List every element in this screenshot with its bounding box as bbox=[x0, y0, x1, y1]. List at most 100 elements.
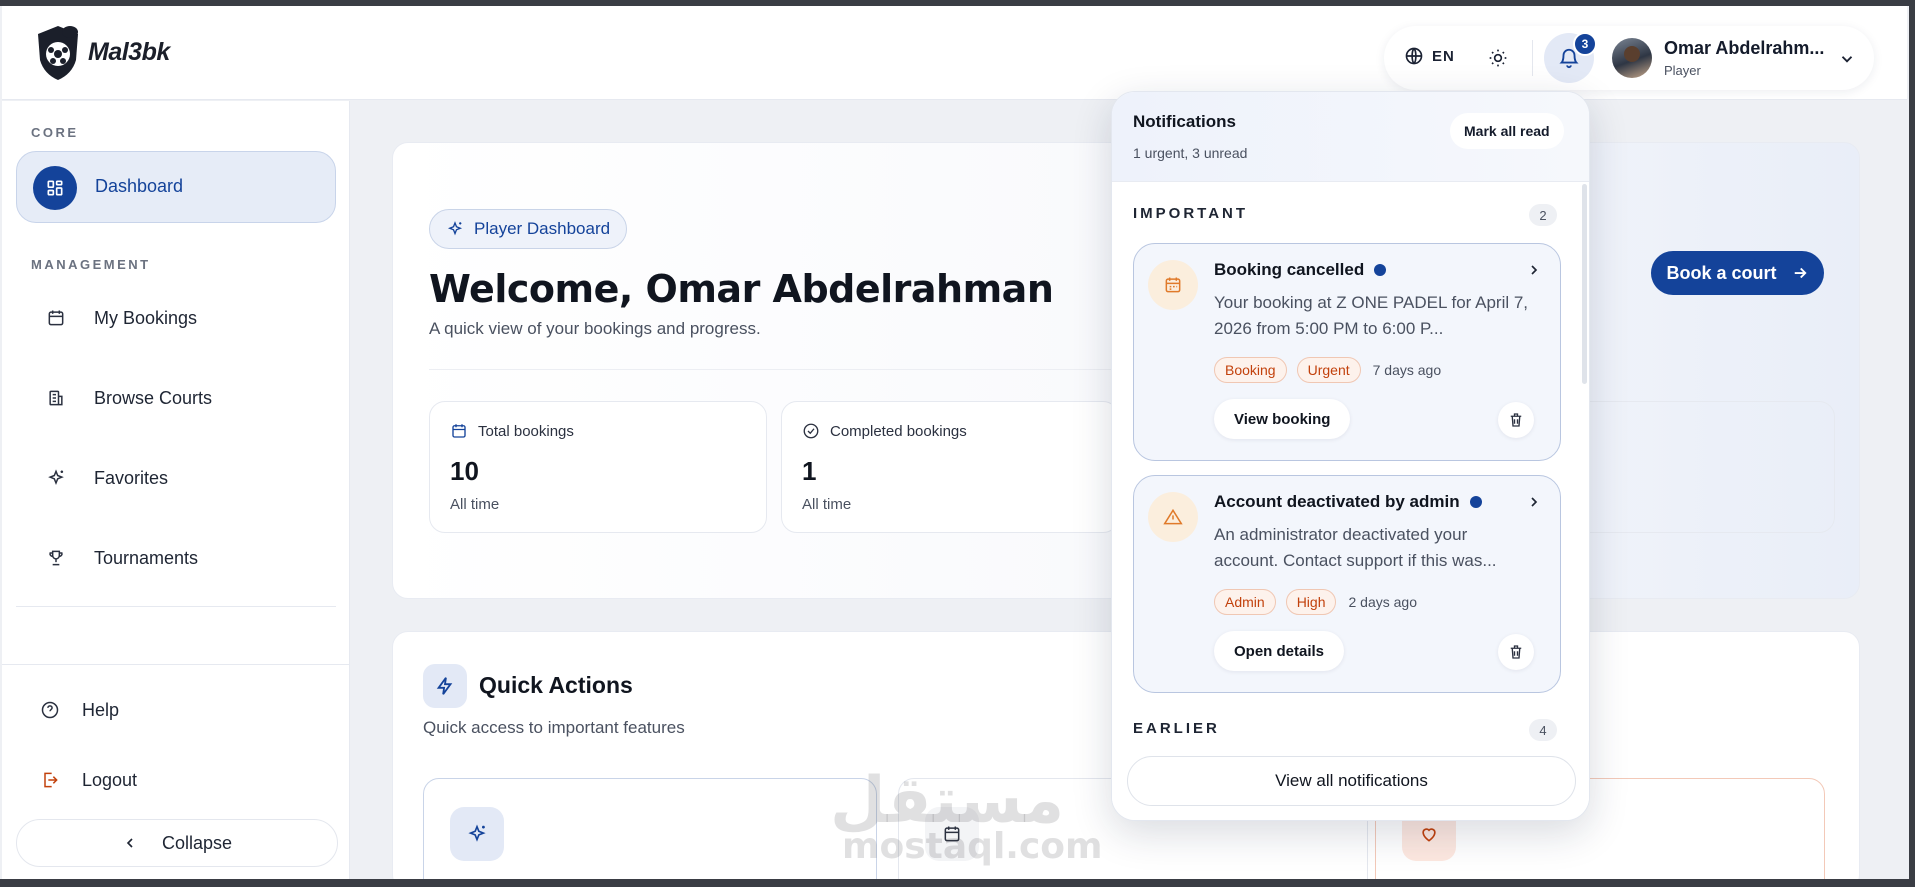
mark-all-read-button[interactable]: Mark all read bbox=[1450, 113, 1564, 149]
notification-tags: Booking Urgent 7 days ago bbox=[1214, 357, 1441, 383]
sidebar: CORE Dashboard MANAGEMENT My Bookings Br… bbox=[2, 101, 350, 879]
help-icon bbox=[38, 698, 62, 722]
tag-urgent: Urgent bbox=[1296, 357, 1361, 383]
sidebar-item-favorites[interactable]: Favorites bbox=[16, 451, 336, 505]
collapse-label: Collapse bbox=[161, 832, 233, 853]
open-details-button[interactable]: Open details bbox=[1214, 631, 1345, 671]
notification-title-text: Booking cancelled bbox=[1214, 260, 1365, 279]
notification-tags: Admin High 2 days ago bbox=[1214, 589, 1417, 615]
chevron-right-icon[interactable] bbox=[1526, 494, 1542, 510]
calendar-icon bbox=[452, 424, 466, 438]
sidebar-item-browse-courts[interactable]: Browse Courts bbox=[16, 371, 336, 425]
sidebar-item-label: Favorites bbox=[94, 467, 169, 488]
sparkles-icon bbox=[447, 221, 463, 236]
divider bbox=[429, 369, 1129, 370]
sidebar-item-label: Browse Courts bbox=[94, 387, 213, 408]
section-title: Quick Actions bbox=[479, 672, 633, 698]
notifications-dropdown: Notifications 1 urgent, 3 unread Mark al… bbox=[1111, 91, 1590, 821]
notification-time: 2 days ago bbox=[1348, 594, 1417, 610]
user-role: Player bbox=[1664, 63, 1701, 78]
watermark-latin: mostaql.com bbox=[842, 826, 1103, 867]
dashboard-icon bbox=[33, 166, 77, 210]
header-divider bbox=[1532, 40, 1533, 76]
sidebar-section-management: MANAGEMENT bbox=[31, 257, 151, 272]
window-frame-bottom bbox=[0, 879, 1915, 887]
chevron-left-icon bbox=[126, 838, 133, 848]
calendar-icon bbox=[1148, 260, 1198, 310]
important-count-badge: 2 bbox=[1529, 204, 1557, 226]
stat-card-total-bookings: Total bookings 10 All time bbox=[429, 401, 767, 533]
collapse-button[interactable]: Collapse bbox=[16, 819, 338, 867]
stat-caption: All time bbox=[802, 496, 852, 513]
stat-card-completed-bookings: Completed bookings 1 All time bbox=[781, 401, 1119, 533]
logout-button[interactable]: Logout bbox=[16, 753, 336, 807]
view-all-notifications-button[interactable]: View all notifications bbox=[1127, 756, 1576, 806]
notification-body: An administrator deactivated your accoun… bbox=[1214, 525, 1497, 570]
earlier-count-badge: 4 bbox=[1529, 719, 1557, 741]
quick-action-card-explore[interactable] bbox=[423, 778, 877, 887]
warning-icon bbox=[1148, 492, 1198, 542]
chip-label: Player Dashboard bbox=[474, 219, 611, 238]
trash-icon bbox=[1510, 413, 1522, 427]
sparkles-icon bbox=[44, 466, 68, 490]
notification-title: Booking cancelled bbox=[1214, 260, 1387, 280]
tag-admin: Admin bbox=[1214, 589, 1276, 615]
book-court-button[interactable]: Book a court bbox=[1651, 251, 1824, 295]
user-name[interactable]: Omar Abdelrahm... bbox=[1664, 38, 1824, 59]
arrow-right-icon bbox=[1794, 267, 1807, 279]
notification-card[interactable]: Booking cancelled Your booking at Z ONE … bbox=[1133, 243, 1561, 461]
notification-card[interactable]: Account deactivated by admin An administ… bbox=[1133, 475, 1561, 693]
scrollbar[interactable] bbox=[1582, 184, 1587, 384]
view-booking-button[interactable]: View booking bbox=[1214, 399, 1351, 439]
globe-icon bbox=[1405, 47, 1423, 65]
notification-time: 7 days ago bbox=[1372, 362, 1442, 378]
sidebar-item-tournaments[interactable]: Tournaments bbox=[16, 531, 336, 585]
notifications-title: Notifications bbox=[1133, 112, 1236, 131]
notifications-header: Notifications 1 urgent, 3 unread Mark al… bbox=[1112, 92, 1589, 182]
notification-title: Account deactivated by admin bbox=[1214, 492, 1482, 512]
sidebar-item-label: Logout bbox=[82, 769, 138, 790]
top-header: Mal3bk EN 3 Omar Abdelrahm... Player bbox=[2, 6, 1907, 100]
stat-label: Total bookings bbox=[478, 422, 574, 440]
sidebar-item-label: My Bookings bbox=[94, 307, 198, 328]
lightning-icon bbox=[423, 664, 467, 708]
notification-count-badge: 3 bbox=[1573, 32, 1597, 56]
chevron-down-icon[interactable] bbox=[1838, 50, 1856, 68]
avatar[interactable] bbox=[1612, 38, 1652, 78]
stat-value: 10 bbox=[450, 456, 479, 486]
sidebar-section-core: CORE bbox=[31, 125, 79, 140]
player-dashboard-chip: Player Dashboard bbox=[429, 209, 628, 249]
stat-value: 1 bbox=[802, 456, 817, 486]
stat-caption: All time bbox=[450, 496, 500, 513]
sidebar-item-my-bookings[interactable]: My Bookings bbox=[16, 291, 336, 345]
notification-body: Your booking at Z ONE PADEL for April 7,… bbox=[1214, 293, 1529, 338]
trophy-icon bbox=[44, 546, 68, 570]
theme-toggle-button[interactable] bbox=[1484, 44, 1512, 72]
logo-text: Mal3bk bbox=[88, 37, 170, 66]
section-label-important: IMPORTANT bbox=[1133, 205, 1249, 222]
window-frame-right bbox=[1909, 0, 1915, 887]
tag-high: High bbox=[1285, 589, 1337, 615]
header-actions: EN 3 Omar Abdelrahm... Player bbox=[1384, 26, 1874, 90]
trash-icon bbox=[1510, 645, 1522, 659]
section-label-earlier: EARLIER bbox=[1133, 720, 1220, 737]
sun-icon bbox=[1489, 49, 1507, 67]
app-logo[interactable]: Mal3bk bbox=[32, 22, 170, 82]
language-switcher[interactable]: EN bbox=[1404, 46, 1455, 66]
delete-notification-button[interactable] bbox=[1498, 634, 1534, 670]
section-subtitle: Quick access to important features bbox=[423, 718, 685, 737]
book-court-label: Book a court bbox=[1666, 262, 1777, 283]
chevron-right-icon[interactable] bbox=[1526, 262, 1542, 278]
tag-booking: Booking bbox=[1214, 357, 1287, 383]
calendar-icon bbox=[44, 306, 68, 330]
building-icon bbox=[44, 386, 68, 410]
notifications-summary: 1 urgent, 3 unread bbox=[1133, 145, 1248, 161]
delete-notification-button[interactable] bbox=[1498, 402, 1534, 438]
logo-mark-icon bbox=[38, 26, 78, 80]
sidebar-item-help[interactable]: Help bbox=[16, 683, 336, 737]
language-label: EN bbox=[1432, 47, 1455, 65]
sidebar-item-label: Help bbox=[82, 699, 120, 720]
sidebar-item-dashboard[interactable]: Dashboard bbox=[16, 151, 336, 223]
page-subtitle: A quick view of your bookings and progre… bbox=[429, 319, 761, 338]
sidebar-divider bbox=[16, 606, 336, 607]
